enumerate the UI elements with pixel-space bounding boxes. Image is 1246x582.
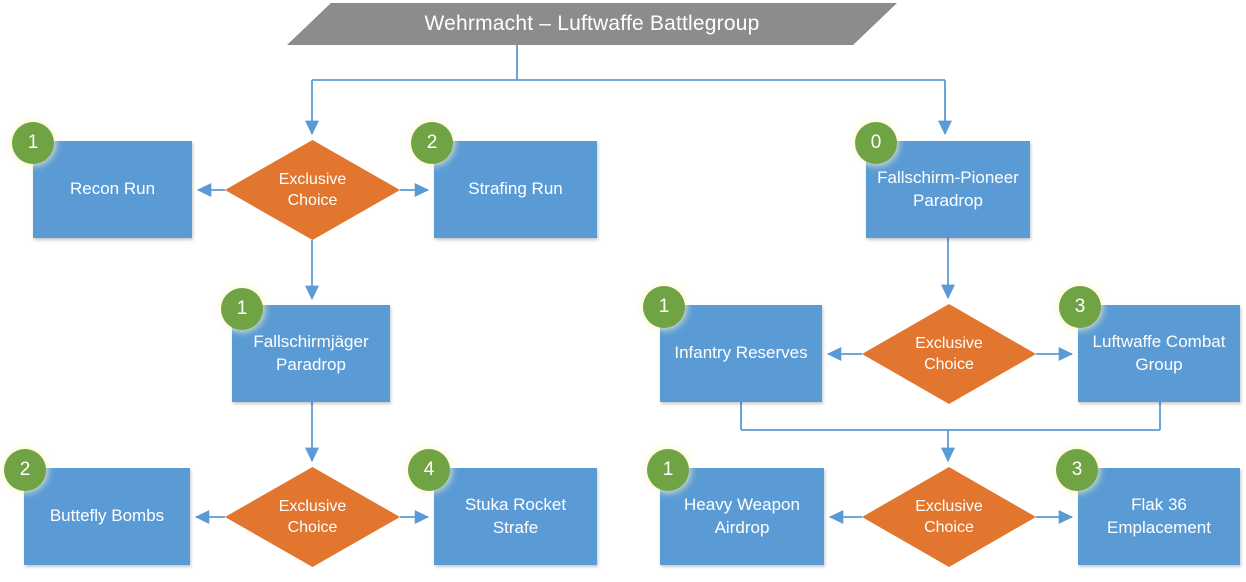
badge-fallschirmjager-paradrop: 1 xyxy=(221,288,263,330)
badge-buttefly-bombs: 2 xyxy=(4,449,46,491)
node-choice-ground-2[interactable]: Exclusive Choice xyxy=(862,467,1036,567)
node-label: Exclusive Choice xyxy=(915,497,983,536)
node-label: Recon Run xyxy=(69,179,156,199)
flowchart-canvas: Wehrmacht – Luftwaffe Battlegroup Recon … xyxy=(0,0,1246,582)
node-label: Heavy Weapon Airdrop xyxy=(684,495,800,537)
node-label: Infantry Reserves xyxy=(674,343,808,363)
badge-value: 1 xyxy=(236,298,248,319)
diagram-title-banner: Wehrmacht – Luftwaffe Battlegroup xyxy=(287,3,897,45)
node-label: Fallschirmjäger Paradrop xyxy=(253,332,369,374)
badge-infantry-reserves: 1 xyxy=(643,286,685,328)
node-buttefly-bombs[interactable]: Buttefly Bombs xyxy=(24,468,190,565)
badge-recon-run: 1 xyxy=(12,122,54,164)
badge-heavy-weapon-airdrop: 1 xyxy=(647,449,689,491)
node-label: Fallschirm-Pioneer Paradrop xyxy=(877,168,1019,210)
badge-value: 1 xyxy=(27,132,39,153)
node-choice-air-2[interactable]: Exclusive Choice xyxy=(225,467,400,567)
node-label: Exclusive Choice xyxy=(278,497,347,536)
badge-value: 1 xyxy=(662,459,674,480)
badge-value: 3 xyxy=(1074,296,1086,317)
node-infantry-reserves[interactable]: Infantry Reserves xyxy=(660,305,822,402)
badge-strafing-run: 2 xyxy=(411,122,453,164)
node-flak-36-emplacement[interactable]: Flak 36 Emplacement xyxy=(1078,468,1240,565)
badge-value: 3 xyxy=(1071,459,1083,480)
badge-luftwaffe-combat-group: 3 xyxy=(1059,286,1101,328)
badge-value: 4 xyxy=(423,459,435,480)
node-choice-ground-1[interactable]: Exclusive Choice xyxy=(862,304,1036,404)
badge-stuka-rocket-strafe: 4 xyxy=(408,449,450,491)
diagram-title: Wehrmacht – Luftwaffe Battlegroup xyxy=(424,12,760,35)
badge-value: 2 xyxy=(426,132,438,153)
badge-value: 2 xyxy=(19,459,31,480)
badge-flak-36-emplacement: 3 xyxy=(1056,449,1098,491)
node-choice-air-1[interactable]: Exclusive Choice xyxy=(225,140,400,240)
node-label: Strafing Run xyxy=(468,179,563,199)
badge-fallschirm-pioneer-paradrop: 0 xyxy=(855,122,897,164)
badge-value: 0 xyxy=(870,132,882,153)
badge-value: 1 xyxy=(658,296,670,317)
node-luftwaffe-combat-group[interactable]: Luftwaffe Combat Group xyxy=(1078,305,1240,402)
node-label: Luftwaffe Combat Group xyxy=(1092,332,1226,374)
node-strafing-run[interactable]: Strafing Run xyxy=(434,141,597,238)
node-recon-run[interactable]: Recon Run xyxy=(33,141,192,238)
node-stuka-rocket-strafe[interactable]: Stuka Rocket Strafe xyxy=(434,468,597,565)
node-label: Exclusive Choice xyxy=(915,334,983,373)
node-label: Stuka Rocket Strafe xyxy=(464,495,567,537)
node-label: Flak 36 Emplacement xyxy=(1107,495,1211,537)
node-label: Exclusive Choice xyxy=(278,170,347,209)
node-label: Buttefly Bombs xyxy=(49,506,165,526)
